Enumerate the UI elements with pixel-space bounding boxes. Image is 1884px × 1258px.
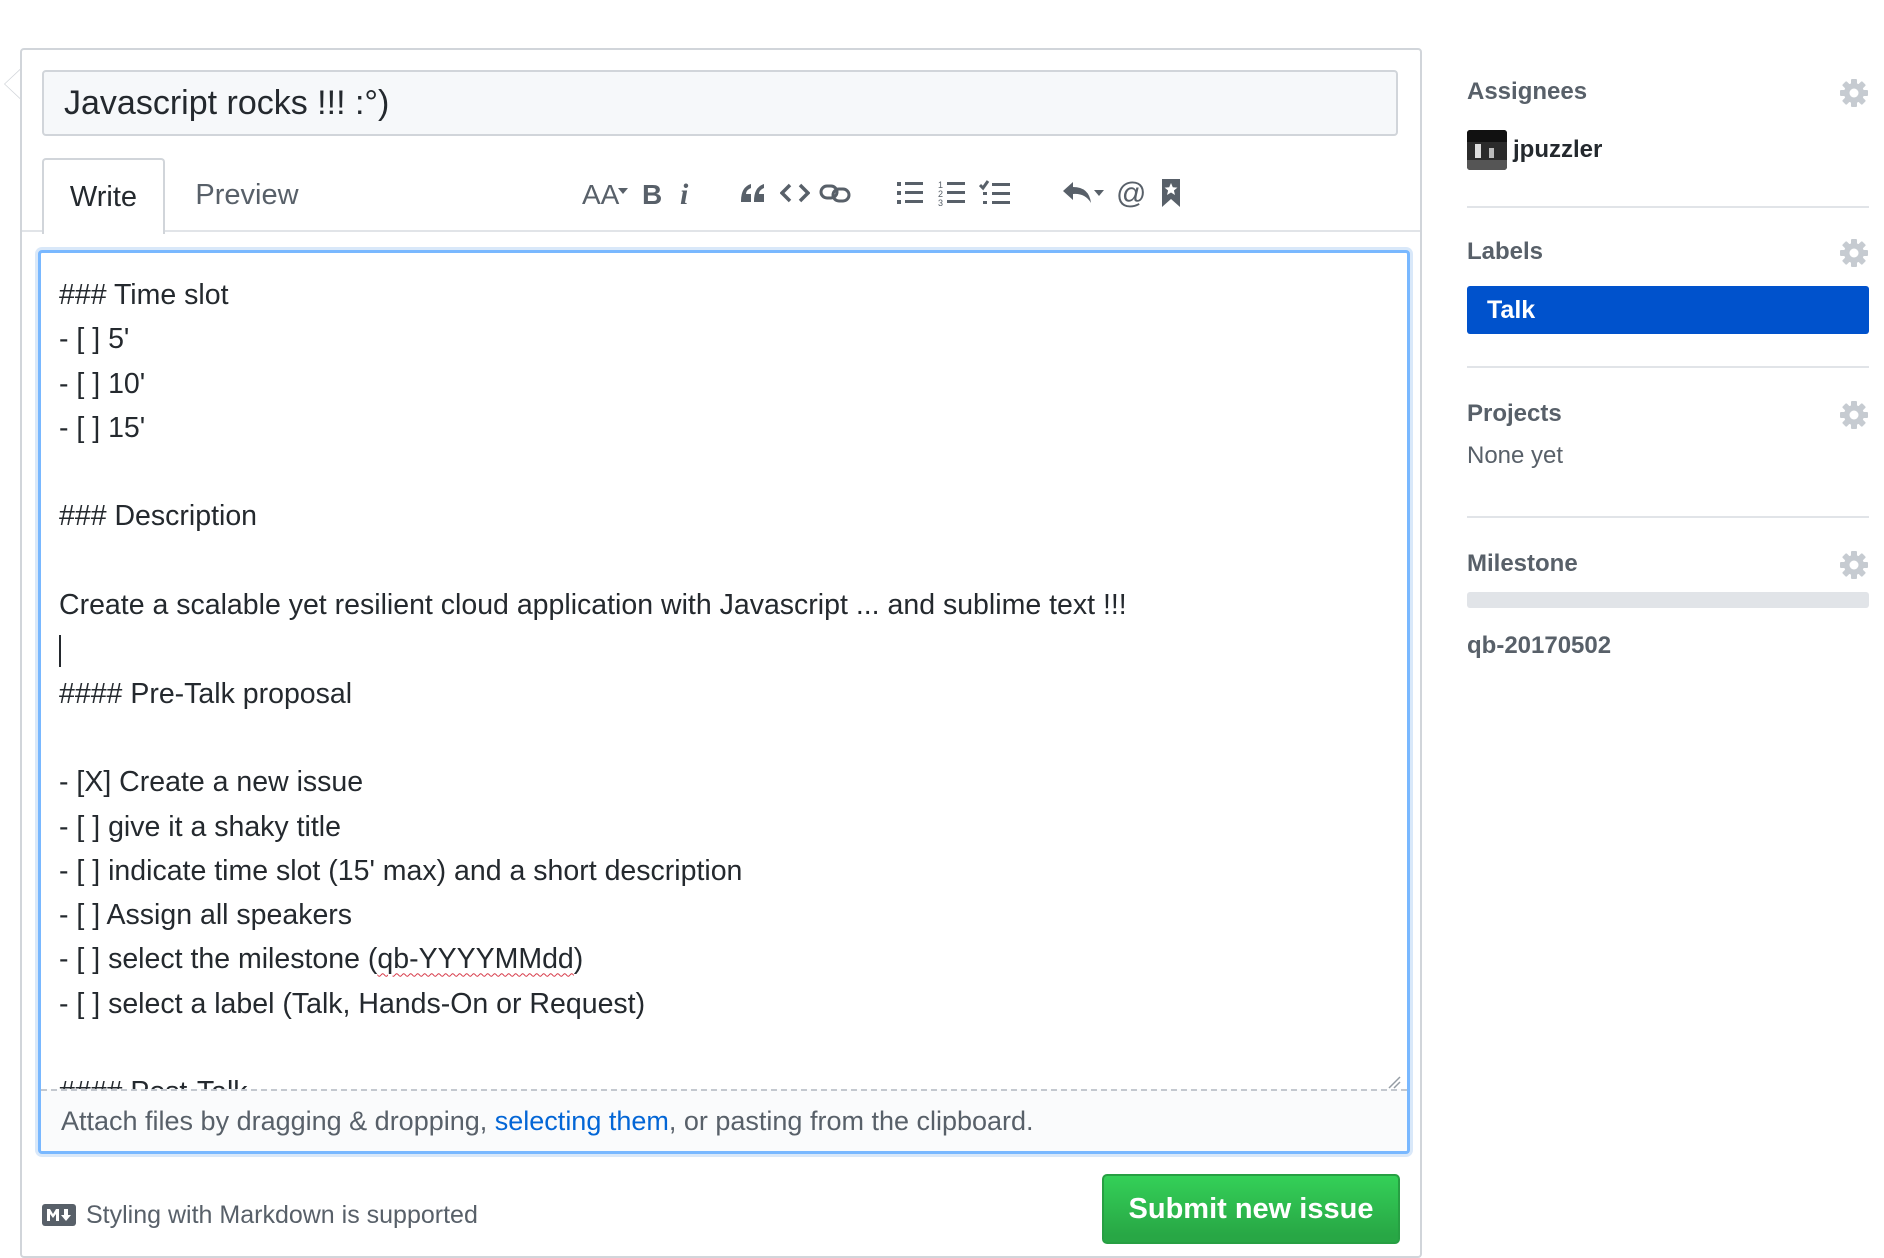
editor-line: - [ ] give it a shaky title [59, 810, 341, 843]
milestone-gear-icon[interactable] [1839, 550, 1869, 580]
editor-line: - [X] Create a new issue [59, 766, 364, 799]
editor-line: ### Description [59, 500, 258, 533]
tab-preview[interactable]: Preview [172, 158, 322, 232]
quote-icon[interactable] [736, 168, 770, 218]
editor-line: - [ ] select a label (Talk, Hands-On or … [59, 987, 646, 1020]
file-drop-zone[interactable]: Attach files by dragging & dropping, sel… [41, 1089, 1407, 1151]
projects-value: None yet [1467, 442, 1564, 469]
editor-line: - [ ] Assign all speakers [59, 899, 353, 932]
italic-icon[interactable]: i [674, 168, 698, 218]
comment-arrow-inner [5, 70, 20, 98]
svg-text:B: B [642, 179, 662, 208]
sidebar-divider [1467, 206, 1869, 208]
comment-editor[interactable]: ### Time slot - [ ] 5' - [ ] 10' - [ ] 1… [38, 250, 1410, 1154]
issue-title-input[interactable]: Javascript rocks !!! :°) [42, 70, 1398, 136]
tab-write[interactable]: Write [42, 158, 165, 234]
svg-text:i: i [680, 178, 689, 208]
code-icon[interactable] [778, 168, 812, 218]
bold-icon[interactable]: B [638, 168, 668, 218]
markdown-note-text: Styling with Markdown is supported [86, 1200, 478, 1229]
drop-hint-text: , or pasting from the clipboard. [668, 1106, 1034, 1136]
assignees-gear-icon[interactable] [1839, 78, 1869, 108]
markdown-support-note[interactable]: Styling with Markdown is supported [42, 1195, 478, 1235]
drop-hint-text: Attach files by dragging & dropping, [61, 1106, 495, 1136]
editor-line: #### Post-Talk [59, 1070, 1389, 1089]
editor-line: - [ ] 10' [59, 367, 146, 400]
bookmark-icon[interactable] [1156, 168, 1186, 218]
labels-gear-icon[interactable] [1839, 238, 1869, 268]
editor-line: ### Time slot [59, 279, 229, 311]
select-files-link[interactable]: selecting them [495, 1106, 669, 1136]
task-list-icon[interactable] [978, 168, 1012, 218]
issue-body-textarea[interactable]: ### Time slot - [ ] 5' - [ ] 10' - [ ] 1… [41, 253, 1407, 1089]
line-text: - [ ] select the milestone ( [59, 943, 378, 976]
reply-icon[interactable] [1058, 168, 1108, 218]
link-icon[interactable] [818, 168, 852, 218]
issue-form: Javascript rocks !!! :°) Write Preview A… [5, 48, 1422, 1258]
milestone-progress-bar [1467, 592, 1869, 608]
milestone-heading[interactable]: Milestone [1467, 550, 1578, 578]
text-cursor [59, 634, 61, 667]
svg-text:AA: AA [582, 179, 620, 208]
avatar [1467, 130, 1507, 170]
svg-text:@: @ [1116, 178, 1146, 208]
editor-line: - [ ] 15' [59, 411, 146, 444]
editor-line-milestone: - [ ] select the milestone (qb-YYYYMMdd) [59, 937, 1389, 981]
bulleted-list-icon[interactable] [894, 168, 926, 218]
numbered-list-icon[interactable]: 123 [936, 168, 968, 218]
projects-heading[interactable]: Projects [1467, 400, 1562, 428]
misspelled-word: qb-YYYYMMdd [377, 943, 574, 976]
line-text: ) [573, 943, 584, 976]
editor-line: Create a scalable yet resilient cloud ap… [59, 589, 1127, 622]
editor-line: - [ ] indicate time slot (15' max) and a… [59, 854, 743, 887]
editor-line: - [ ] 5' [59, 323, 130, 356]
mention-icon[interactable]: @ [1114, 168, 1148, 218]
label-talk[interactable]: Talk [1467, 286, 1869, 334]
editor-line: #### Pre-Talk proposal [59, 677, 353, 710]
assignee-username: jpuzzler [1513, 136, 1603, 163]
labels-heading[interactable]: Labels [1467, 238, 1543, 266]
svg-text:3: 3 [938, 198, 943, 207]
editor-line-cursor [59, 627, 1389, 671]
text-size-icon[interactable]: AA [582, 168, 632, 218]
milestone-name[interactable]: qb-20170502 [1467, 632, 1611, 660]
sidebar-divider [1467, 366, 1869, 368]
resize-grip-icon[interactable] [1387, 1075, 1401, 1089]
sidebar-divider [1467, 516, 1869, 518]
assignee-item[interactable]: jpuzzler [1467, 130, 1602, 170]
markdown-icon [42, 1204, 76, 1226]
assignees-heading[interactable]: Assignees [1467, 78, 1587, 106]
submit-issue-button[interactable]: Submit new issue [1102, 1174, 1400, 1244]
projects-gear-icon[interactable] [1839, 400, 1869, 430]
